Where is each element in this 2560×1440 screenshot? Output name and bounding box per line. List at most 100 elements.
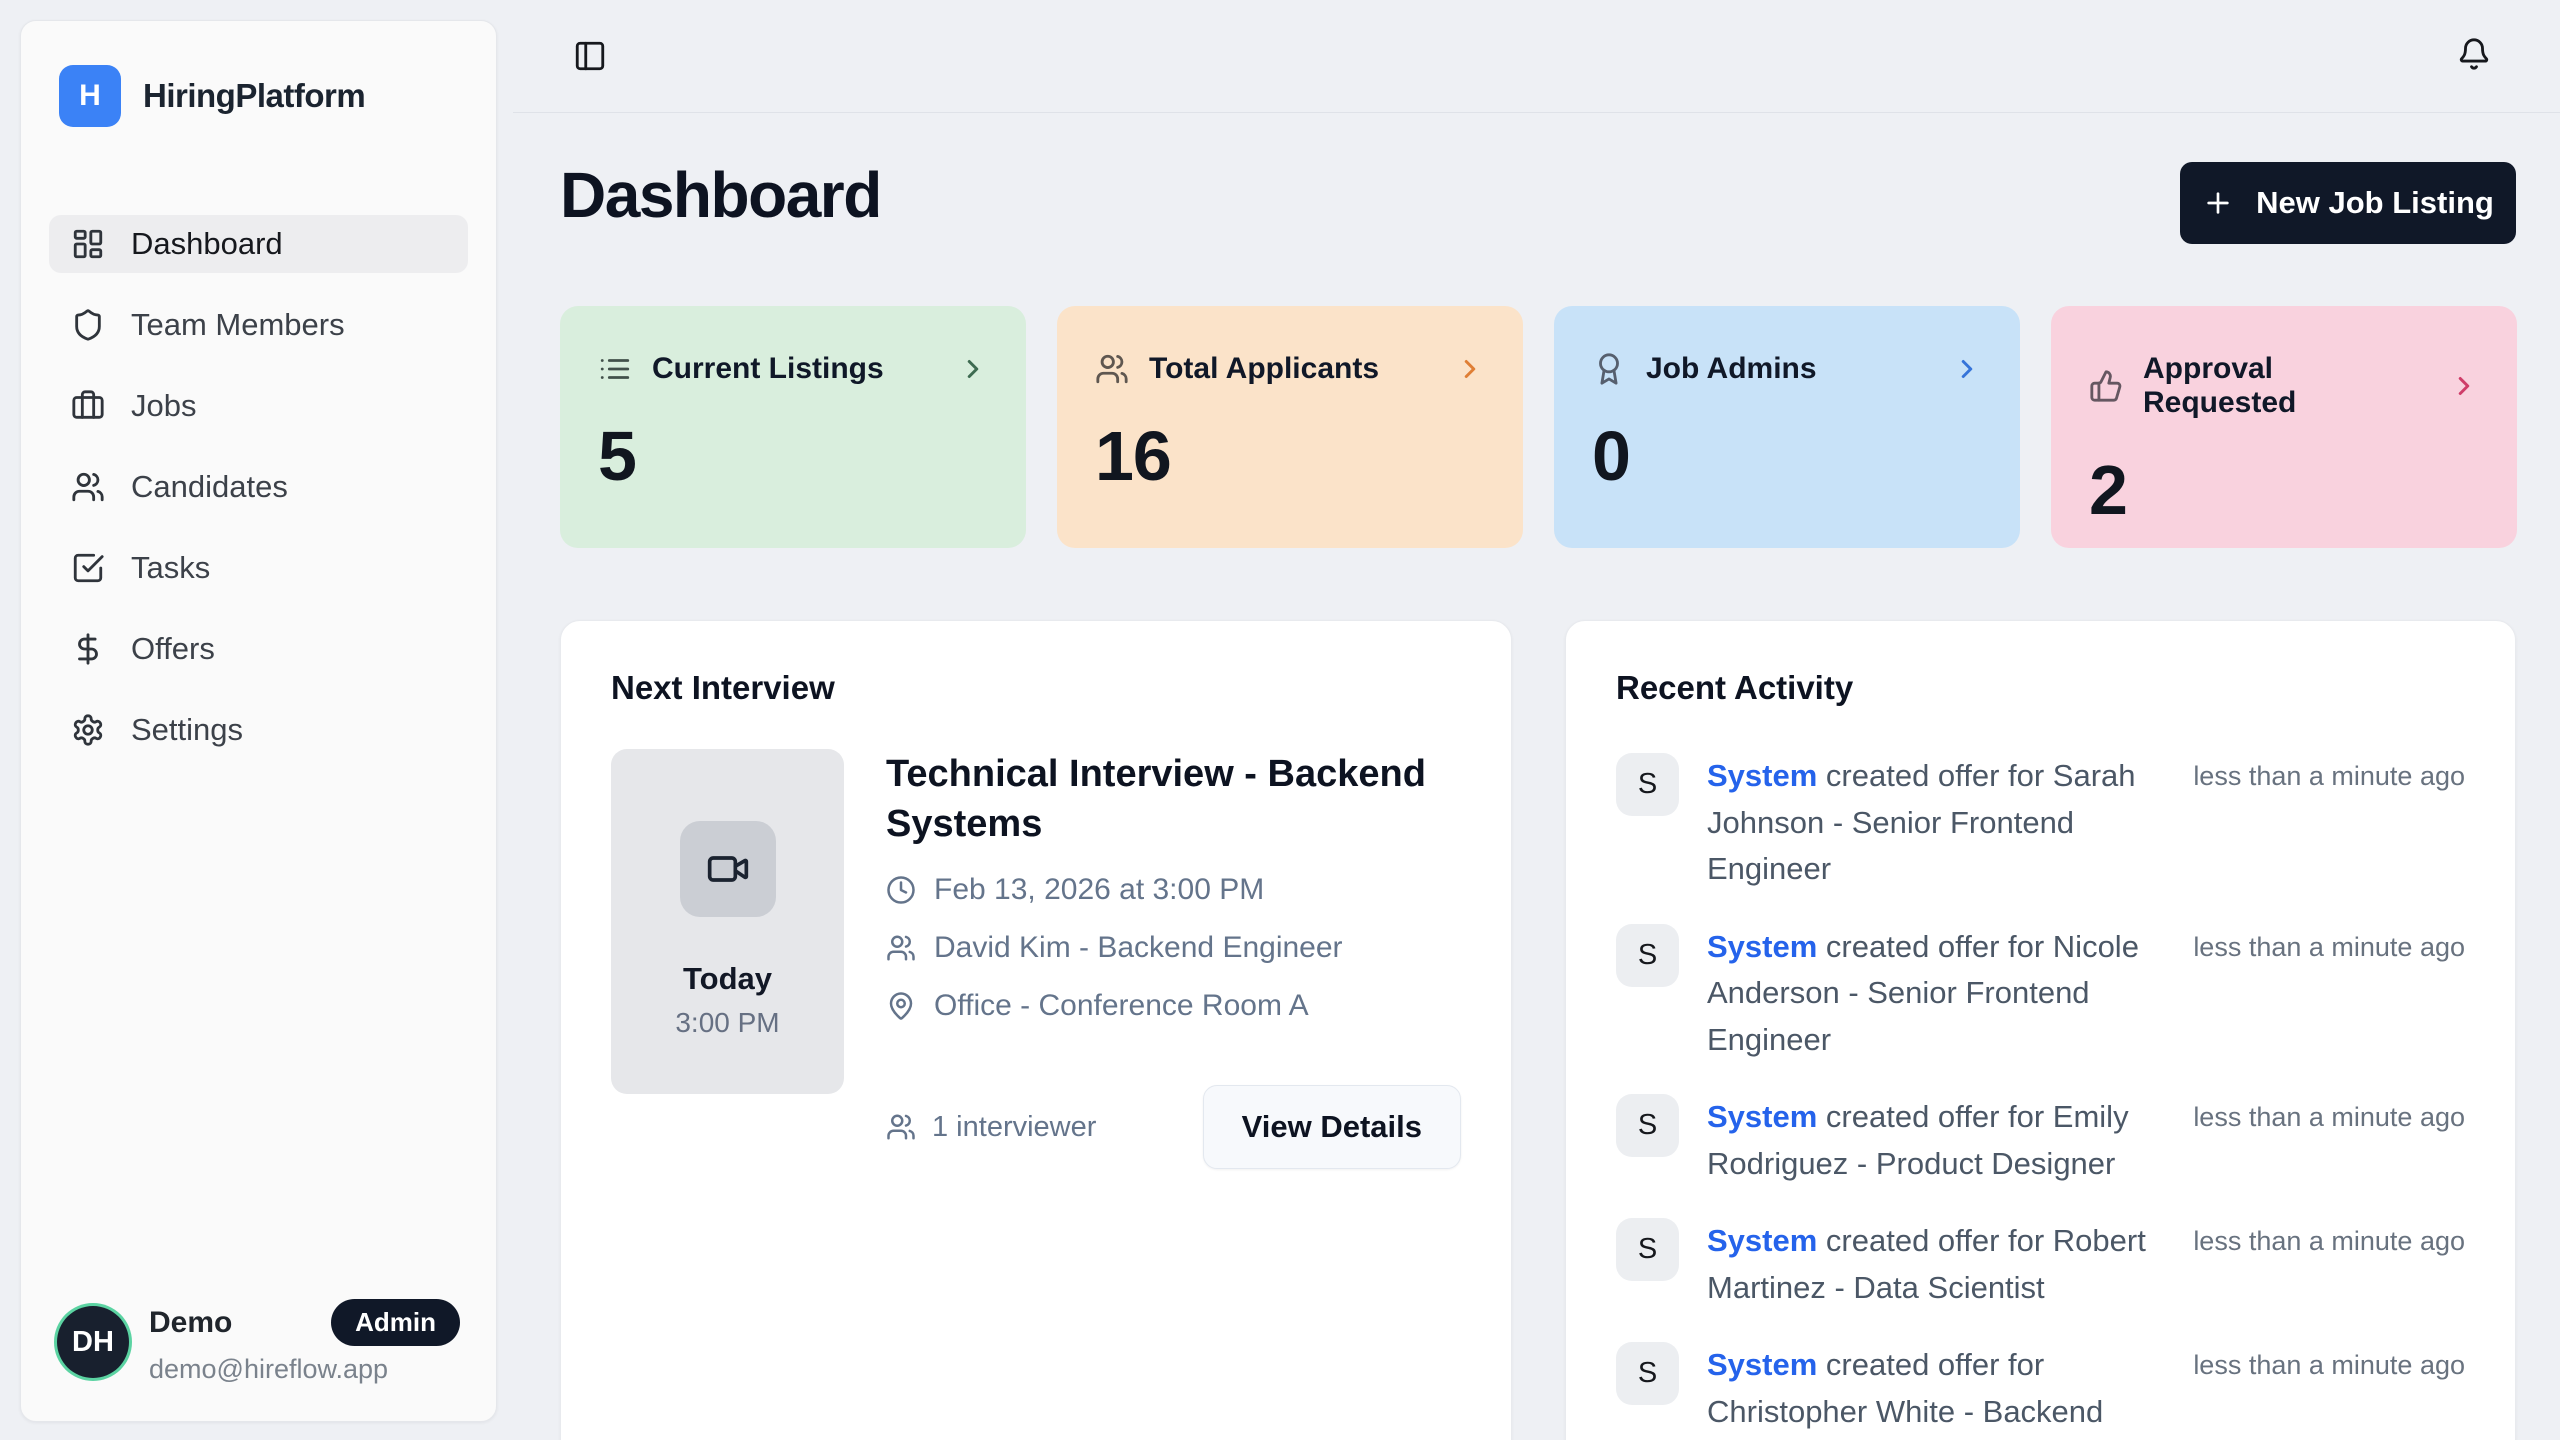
sidebar-item-label: Candidates <box>131 469 288 505</box>
activity-list: S System created offer for Sarah Johnson… <box>1616 753 2465 1440</box>
stat-label: Current Listings <box>652 352 884 386</box>
activity-text: System created offer for Robert Martinez… <box>1707 1218 2165 1311</box>
user-name: Demo <box>149 1306 232 1340</box>
activity-actor-link[interactable]: System <box>1707 1223 1817 1258</box>
stat-label: Approval Requested <box>2143 352 2429 420</box>
sidebar-item-label: Dashboard <box>131 226 283 262</box>
recent-activity-card: Recent Activity S System created offer f… <box>1565 620 2516 1440</box>
activity-timestamp: less than a minute ago <box>2193 924 2465 963</box>
users-icon <box>71 470 105 504</box>
interview-time: 3:00 PM <box>675 1007 779 1039</box>
next-interview-card: Next Interview Today 3:00 PM Technical I… <box>560 620 1512 1440</box>
chevron-right-icon <box>1455 354 1485 384</box>
sidebar-item-jobs[interactable]: Jobs <box>49 377 468 435</box>
next-interview-heading: Next Interview <box>611 669 1461 707</box>
clock-icon <box>886 875 916 905</box>
activity-actor-link[interactable]: System <box>1707 1347 1817 1382</box>
stat-card-current-listings[interactable]: Current Listings 5 <box>560 306 1026 548</box>
stat-value: 5 <box>598 416 988 496</box>
activity-timestamp: less than a minute ago <box>2193 1342 2465 1381</box>
user-email: demo@hireflow.app <box>149 1354 460 1385</box>
chevron-right-icon <box>958 354 988 384</box>
briefcase-icon <box>71 389 105 423</box>
sidebar-item-team-members[interactable]: Team Members <box>49 296 468 354</box>
dollar-icon <box>71 632 105 666</box>
activity-avatar: S <box>1616 1342 1679 1405</box>
layout-dashboard-icon <box>71 227 105 261</box>
sidebar-item-dashboard[interactable]: Dashboard <box>49 215 468 273</box>
check-square-icon <box>71 551 105 585</box>
new-job-listing-button[interactable]: New Job Listing <box>2180 162 2516 244</box>
interview-location-row: Office - Conference Room A <box>886 989 1461 1023</box>
interview-datetime-row: Feb 13, 2026 at 3:00 PM <box>886 873 1461 907</box>
activity-timestamp: less than a minute ago <box>2193 1094 2465 1133</box>
activity-item: S System created offer for Sarah Johnson… <box>1616 753 2465 893</box>
award-icon <box>1592 352 1626 386</box>
stat-card-job-admins[interactable]: Job Admins 0 <box>1554 306 2020 548</box>
plus-icon <box>2202 187 2234 219</box>
stat-cards-row: Current Listings 5 Total Applicants 16 J… <box>560 306 2517 548</box>
interview-candidate: David Kim - Backend Engineer <box>934 931 1343 965</box>
activity-text: System created offer for Christopher Whi… <box>1707 1342 2165 1440</box>
gear-icon <box>71 713 105 747</box>
sidebar-item-label: Jobs <box>131 388 196 424</box>
sidebar: H HiringPlatform Dashboard Team Members … <box>20 20 497 1422</box>
interview-date-tile: Today 3:00 PM <box>611 749 844 1094</box>
activity-avatar: S <box>1616 924 1679 987</box>
sidebar-item-tasks[interactable]: Tasks <box>49 539 468 597</box>
activity-text: System created offer for Emily Rodriguez… <box>1707 1094 2165 1187</box>
recent-activity-heading: Recent Activity <box>1616 669 2465 707</box>
interview-day: Today <box>683 961 772 997</box>
role-badge: Admin <box>331 1299 460 1346</box>
interview-datetime: Feb 13, 2026 at 3:00 PM <box>934 873 1264 907</box>
interview-candidate-row: David Kim - Backend Engineer <box>886 931 1461 965</box>
sidebar-item-label: Team Members <box>131 307 345 343</box>
sidebar-toggle-button[interactable] <box>568 34 612 78</box>
stat-card-approval-requested[interactable]: Approval Requested 2 <box>2051 306 2517 548</box>
activity-text: System created offer for Nicole Anderson… <box>1707 924 2165 1064</box>
list-icon <box>598 352 632 386</box>
user-menu[interactable]: DH Demo Admin demo@hireflow.app <box>49 1293 468 1391</box>
activity-text: System created offer for Sarah Johnson -… <box>1707 753 2165 893</box>
activity-item: S System created offer for Nicole Anders… <box>1616 924 2465 1064</box>
bell-icon <box>2457 37 2491 71</box>
header-divider <box>513 112 2560 113</box>
stat-value: 0 <box>1592 416 1982 496</box>
interview-details: Technical Interview - Backend Systems Fe… <box>886 749 1461 1169</box>
video-icon-box <box>680 821 776 917</box>
activity-avatar: S <box>1616 1094 1679 1157</box>
interview-location: Office - Conference Room A <box>934 989 1309 1023</box>
sidebar-item-offers[interactable]: Offers <box>49 620 468 678</box>
brand-logo: H <box>59 65 121 127</box>
map-pin-icon <box>886 991 916 1021</box>
chevron-right-icon <box>2449 371 2479 401</box>
activity-actor-link[interactable]: System <box>1707 758 1817 793</box>
chevron-right-icon <box>1952 354 1982 384</box>
activity-actor-link[interactable]: System <box>1707 1099 1817 1134</box>
shield-icon <box>71 308 105 342</box>
notifications-button[interactable] <box>2452 32 2496 76</box>
brand-name: HiringPlatform <box>143 77 365 115</box>
sidebar-item-candidates[interactable]: Candidates <box>49 458 468 516</box>
sidebar-item-label: Offers <box>131 631 215 667</box>
thumbs-up-icon <box>2089 369 2123 403</box>
stat-label: Job Admins <box>1646 352 1817 386</box>
sidebar-item-label: Settings <box>131 712 243 748</box>
brand: H HiringPlatform <box>49 57 468 127</box>
panel-left-icon <box>573 39 607 73</box>
activity-avatar: S <box>1616 753 1679 816</box>
stat-value: 2 <box>2089 450 2479 530</box>
sidebar-item-settings[interactable]: Settings <box>49 701 468 759</box>
stat-card-total-applicants[interactable]: Total Applicants 16 <box>1057 306 1523 548</box>
video-icon <box>706 847 750 891</box>
page-title: Dashboard <box>560 158 881 232</box>
view-details-button[interactable]: View Details <box>1203 1085 1461 1169</box>
activity-timestamp: less than a minute ago <box>2193 753 2465 792</box>
users-icon <box>886 933 916 963</box>
activity-item: S System created offer for Christopher W… <box>1616 1342 2465 1440</box>
stat-value: 16 <box>1095 416 1485 496</box>
avatar: DH <box>57 1306 129 1378</box>
activity-timestamp: less than a minute ago <box>2193 1218 2465 1257</box>
activity-actor-link[interactable]: System <box>1707 929 1817 964</box>
activity-item: S System created offer for Robert Martin… <box>1616 1218 2465 1311</box>
